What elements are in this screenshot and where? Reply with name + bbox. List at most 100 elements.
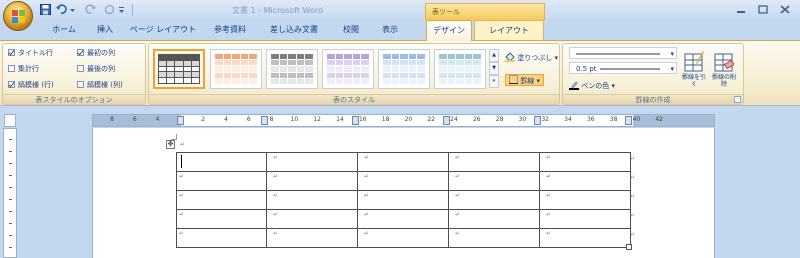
table-style-2[interactable] bbox=[210, 49, 262, 89]
table-cell[interactable]: ↵ bbox=[448, 209, 540, 229]
line-style-select[interactable]: ▾ bbox=[569, 47, 677, 59]
undo-icon[interactable] bbox=[56, 4, 67, 15]
left-indent-marker[interactable] bbox=[177, 116, 184, 125]
gallery-up-icon[interactable]: ▲ bbox=[489, 49, 499, 62]
undo-dropdown-icon[interactable] bbox=[70, 4, 75, 15]
style-cell bbox=[305, 54, 313, 60]
table-style-1[interactable] bbox=[153, 49, 205, 89]
table-cell[interactable]: ↵ bbox=[266, 209, 358, 229]
style-cell bbox=[240, 72, 249, 78]
table-cell[interactable]: ↵ bbox=[176, 228, 267, 248]
dialog-launcher-icon[interactable] bbox=[734, 96, 741, 103]
tab-insert[interactable]: 挿入 bbox=[88, 20, 122, 40]
table-style-6[interactable] bbox=[434, 49, 486, 89]
style-cell bbox=[232, 54, 240, 60]
option-last-column[interactable]: 最後の列 bbox=[77, 64, 115, 74]
column-marker[interactable] bbox=[352, 116, 359, 125]
style-cell bbox=[344, 72, 352, 78]
style-cell bbox=[439, 66, 447, 72]
table-style-3[interactable] bbox=[266, 49, 318, 89]
tab-references[interactable]: 参考資料 bbox=[204, 20, 256, 40]
tab-review[interactable]: 校閲 bbox=[334, 20, 368, 40]
eraser-button[interactable]: 罫線の削除 bbox=[711, 48, 737, 92]
draw-table-button[interactable]: 罫線を引く bbox=[681, 48, 707, 92]
column-marker[interactable] bbox=[443, 116, 450, 125]
save-icon[interactable] bbox=[40, 4, 51, 15]
table-cell[interactable]: ↵ bbox=[176, 190, 267, 210]
option-total-row[interactable]: 集計行 bbox=[8, 64, 39, 74]
option-first-column[interactable]: 最初の列 bbox=[77, 48, 115, 58]
table-resize-handle[interactable] bbox=[626, 244, 632, 250]
gallery-more-icon[interactable]: ▾ bbox=[489, 75, 499, 88]
column-marker[interactable] bbox=[261, 116, 268, 125]
table-cell[interactable]: ↵ bbox=[176, 209, 267, 229]
checkbox-icon bbox=[8, 65, 15, 72]
office-logo-icon bbox=[12, 10, 25, 23]
shading-button[interactable]: 塗りつぶし ▾ bbox=[505, 52, 558, 64]
table-cell[interactable]: ↵ bbox=[357, 190, 449, 210]
table-cell[interactable]: ↵ bbox=[176, 171, 267, 191]
maximize-icon[interactable] bbox=[754, 3, 772, 16]
table-cell[interactable]: ↵ bbox=[357, 152, 449, 172]
table-cell[interactable]: ↵ bbox=[357, 228, 449, 248]
tab-selector-button[interactable] bbox=[4, 114, 16, 127]
column-marker[interactable] bbox=[534, 116, 541, 125]
table-cell[interactable]: ↵ bbox=[448, 190, 540, 210]
table-cell[interactable]: ↵ bbox=[539, 190, 631, 210]
table-cell[interactable]: ↵ bbox=[266, 190, 358, 210]
table-cell[interactable]: ↵ bbox=[266, 171, 358, 191]
table-cell[interactable]: ↵ bbox=[266, 152, 358, 172]
style-cell bbox=[182, 65, 192, 73]
style-cell bbox=[352, 54, 361, 60]
pen-weight-select[interactable]: 0.5 pt ▾ bbox=[569, 62, 677, 74]
table-move-handle-icon[interactable]: ✥ bbox=[166, 140, 175, 149]
group-label: 罫線の作成 bbox=[563, 94, 743, 104]
ruler-area: 8642246810121416182022242628303234363840… bbox=[0, 106, 800, 128]
style-cell bbox=[361, 60, 369, 66]
tab-mailings[interactable]: 差し込み文書 bbox=[258, 20, 330, 40]
table-cell[interactable]: ↵ bbox=[357, 171, 449, 191]
close-icon[interactable] bbox=[776, 3, 794, 16]
table-cell[interactable]: ↵ bbox=[539, 171, 631, 191]
tab-layout[interactable]: レイアウト bbox=[474, 20, 544, 41]
style-cell bbox=[271, 60, 279, 66]
style-cell bbox=[215, 66, 223, 72]
redo-icon[interactable] bbox=[85, 4, 96, 15]
gallery-down-icon[interactable]: ▼ bbox=[489, 62, 499, 75]
ribbon-tabs: ホーム 挿入 ページ レイアウト 参考資料 差し込み文書 校閲 表示 デザイン … bbox=[0, 20, 800, 41]
tab-view[interactable]: 表示 bbox=[372, 20, 408, 40]
table-cell[interactable] bbox=[176, 152, 267, 172]
table-cell[interactable]: ↵ bbox=[266, 228, 358, 248]
table-cell[interactable]: ↵ bbox=[448, 171, 540, 191]
table-cell[interactable]: ↵ bbox=[448, 152, 540, 172]
style-cell bbox=[447, 66, 456, 72]
borders-button[interactable]: 罫線 ▾ bbox=[505, 74, 544, 86]
ruler-tick bbox=[9, 211, 12, 212]
minimize-icon[interactable] bbox=[732, 3, 750, 16]
document-page[interactable]: ✥ ↵ ↵ ↵ ↵ ↵ ↵ ↵ ↵ ↵ ↵ ↵ ↵ ↵ ↵ ↵ ↵ ↵ ↵ ↵ ↵ ↵ ↵ ↵ ↵ ↵ ↵ ↵ ↵ ↵ ↵ bbox=[92, 128, 715, 258]
document-table[interactable]: ↵ ↵ ↵ ↵ ↵ ↵ ↵ ↵ ↵ ↵ ↵ ↵ ↵ ↵ ↵ ↵ ↵ ↵ ↵ ↵ ↵ ↵ ↵ ↵ bbox=[176, 152, 631, 248]
option-banded-rows[interactable]: 縞模様 (行) bbox=[8, 80, 54, 90]
right-indent-marker[interactable] bbox=[625, 116, 632, 125]
table-cell[interactable]: ↵ bbox=[448, 228, 540, 248]
customize-qat-icon[interactable] bbox=[118, 4, 125, 15]
office-button[interactable] bbox=[3, 1, 33, 31]
table-cell[interactable]: ↵ bbox=[357, 209, 449, 229]
table-cell[interactable]: ↵ bbox=[539, 228, 631, 248]
table-cell[interactable]: ↵ bbox=[539, 152, 631, 172]
option-header-row[interactable]: タイトル行 bbox=[8, 48, 53, 58]
style-cell bbox=[249, 60, 257, 66]
ruler-number: 26 bbox=[472, 116, 481, 123]
table-style-4[interactable] bbox=[322, 49, 374, 89]
option-banded-columns[interactable]: 縞模様 (列) bbox=[77, 80, 123, 90]
pen-color-button[interactable]: ペンの色 ▾ bbox=[569, 80, 615, 92]
tab-design[interactable]: デザイン bbox=[426, 20, 472, 41]
table-style-5[interactable] bbox=[378, 49, 430, 89]
vertical-ruler[interactable] bbox=[3, 128, 17, 258]
horizontal-ruler[interactable]: 8642246810121416182022242628303234363840… bbox=[92, 114, 715, 127]
tab-page-layout[interactable]: ページ レイアウト bbox=[124, 20, 202, 40]
tab-home[interactable]: ホーム bbox=[42, 20, 86, 40]
chevron-down-icon: ▾ bbox=[670, 65, 674, 73]
repeat-icon[interactable] bbox=[104, 4, 115, 15]
table-cell[interactable]: ↵ bbox=[539, 209, 631, 229]
